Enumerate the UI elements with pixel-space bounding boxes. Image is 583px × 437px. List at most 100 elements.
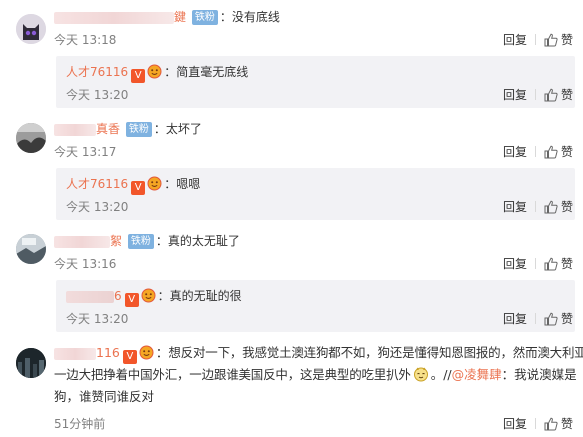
thumbs-up-icon[interactable] — [544, 312, 558, 326]
username-blurred[interactable] — [54, 11, 174, 24]
like-button[interactable]: 赞 — [561, 257, 573, 271]
comment-line-1: 116 V ：想反对一下，我感觉土澳连狗都不如，狗还是懂得知恩图报的，然而澳大利亚 — [54, 342, 583, 364]
comment-time: 今天 13:16 — [54, 257, 117, 271]
thumbs-up-icon[interactable] — [544, 200, 558, 214]
thumbs-up-icon[interactable] — [544, 417, 558, 431]
avatar[interactable] — [16, 234, 46, 264]
mention-link[interactable]: @凌舞肆 — [452, 367, 502, 382]
reply-button[interactable]: 回复 — [503, 417, 527, 431]
thumbs-up-icon[interactable] — [544, 145, 558, 159]
username-tail[interactable]: 絮 — [110, 234, 122, 248]
emoji-face-icon — [147, 64, 162, 79]
photo-avatar-icon — [16, 348, 46, 378]
like-button[interactable]: 赞 — [561, 312, 573, 326]
thumbs-up-icon[interactable] — [544, 257, 558, 271]
reply-text: 简直毫无底线 — [176, 65, 249, 79]
comment-text-line-1: 想反对一下，我感觉土澳连狗都不如，狗还是懂得知恩图报的，然而澳大利亚 — [168, 345, 583, 360]
like-button[interactable]: 赞 — [561, 88, 573, 102]
divider — [534, 146, 536, 157]
comment-actions: 回复 赞 — [503, 145, 573, 159]
reply-username[interactable]: 人才76116 — [66, 177, 128, 191]
username-blurred[interactable] — [54, 123, 96, 136]
colon: ： — [219, 10, 232, 24]
reply-time: 今天 13:20 — [66, 200, 129, 214]
colon: ： — [153, 122, 166, 136]
username-blurred[interactable] — [54, 235, 110, 248]
reply-box: 6 V ：真的无耻的很 今天 13:20 回复 赞 — [56, 280, 575, 332]
emoji-face-icon — [139, 345, 154, 360]
username-tail[interactable]: 鍵 — [174, 10, 186, 24]
comment-4: 116 V ：想反对一下，我感觉土澳连狗都不如，狗还是懂得知恩图报的，然而澳大利亚 … — [0, 336, 583, 437]
comment-actions: 回复 赞 — [503, 33, 573, 47]
comment-time: 今天 13:17 — [54, 145, 117, 159]
reply-box: 人才76116 V ：嗯嗯 今天 13:20 回复 赞 — [56, 168, 575, 220]
username-blurred[interactable] — [54, 347, 96, 360]
divider — [534, 418, 536, 429]
reply-text: 嗯嗯 — [176, 177, 201, 191]
comment-header: 鍵 铁粉 ：没有底线 — [54, 9, 280, 25]
reply-button[interactable]: 回复 — [503, 312, 527, 326]
reply-button[interactable]: 回复 — [503, 88, 527, 102]
comment-text-line-3: 狗，谁赞同谁反对 — [54, 389, 155, 404]
like-button[interactable]: 赞 — [561, 200, 573, 214]
fan-badge[interactable]: 铁粉 — [127, 234, 154, 249]
reply-time: 今天 13:20 — [66, 312, 129, 326]
reply-button[interactable]: 回复 — [503, 145, 527, 159]
reply-actions: 回复 赞 — [503, 88, 573, 102]
comment-time: 51分钟前 — [54, 417, 106, 431]
fan-badge[interactable]: 铁粉 — [191, 10, 218, 25]
colon: ： — [155, 345, 169, 360]
reply-header: 6 V ：真的无耻的很 — [66, 288, 242, 307]
comment-text: 真的太无耻了 — [167, 234, 240, 248]
comment-text-repost-mark: 。// — [430, 367, 452, 382]
divider — [534, 258, 536, 269]
comment-text-line-2: 一边大把挣着中国外汇，一边跟谁美国反中，这是典型的吃里扒外 — [54, 367, 411, 382]
comment-body: 116 V ：想反对一下，我感觉土澳连狗都不如，狗还是懂得知恩图报的，然而澳大利亚 … — [54, 342, 583, 408]
avatar[interactable] — [16, 348, 46, 378]
emoji-face-icon — [147, 176, 162, 191]
emoji-face-icon — [141, 288, 156, 303]
comment-time: 今天 13:18 — [54, 33, 117, 47]
colon: ： — [164, 177, 177, 191]
divider — [534, 34, 536, 45]
like-button[interactable]: 赞 — [561, 33, 573, 47]
reply-box: 人才76116 V ：简直毫无底线 今天 13:20 回复 赞 — [56, 56, 575, 108]
divider — [534, 201, 536, 212]
comment-line-2: 一边大把挣着中国外汇，一边跟谁美国反中，这是典型的吃里扒外 。//@凌舞肆：我说澳… — [54, 364, 579, 386]
reply-username[interactable]: 6 — [114, 289, 122, 303]
comment-3: 絮 铁粉 ：真的太无耻了 今天 13:16 回复赞 6 V ：真的无耻的很 今天 13… — [0, 224, 583, 336]
colon: ： — [155, 234, 168, 248]
colon: ： — [164, 65, 177, 79]
fan-badge[interactable]: 铁粉 — [125, 122, 152, 137]
comment-actions: 回复 赞 — [503, 417, 573, 431]
reply-button[interactable]: 回复 — [503, 33, 527, 47]
verified-badge: V — [131, 69, 146, 83]
like-button[interactable]: 赞 — [561, 145, 573, 159]
comment-line-3: 狗，谁赞同谁反对 — [54, 386, 579, 408]
reply-actions: 回复 赞 — [503, 312, 573, 326]
reply-button[interactable]: 回复 — [503, 200, 527, 214]
photo-avatar-icon — [16, 234, 46, 264]
avatar[interactable] — [16, 14, 46, 44]
thumbs-up-icon[interactable] — [544, 33, 558, 47]
reply-button[interactable]: 回复 — [503, 257, 527, 271]
username-tail[interactable]: 116 — [96, 345, 120, 360]
smirk-emoji-icon — [413, 367, 428, 382]
reply-username[interactable]: 人才76116 — [66, 65, 128, 79]
reply-time: 今天 13:20 — [66, 88, 129, 102]
divider — [534, 313, 536, 324]
thumbs-up-icon[interactable] — [544, 88, 558, 102]
verified-badge: V — [131, 181, 146, 195]
comment-text: 太坏了 — [165, 122, 202, 136]
colon: ： — [157, 289, 170, 303]
reply-username-blurred[interactable] — [66, 290, 114, 303]
comment-text: 没有底线 — [231, 10, 280, 24]
avatar[interactable] — [16, 123, 46, 153]
comment-header: 絮 铁粉 ：真的太无耻了 — [54, 233, 240, 249]
reply-header: 人才76116 V ：嗯嗯 — [66, 176, 200, 195]
reply-text: 真的无耻的很 — [169, 289, 242, 303]
like-button[interactable]: 赞 — [561, 417, 573, 431]
verified-badge: V — [122, 350, 137, 364]
username-tail[interactable]: 真香 — [96, 122, 120, 136]
cat-avatar-icon — [16, 14, 46, 44]
